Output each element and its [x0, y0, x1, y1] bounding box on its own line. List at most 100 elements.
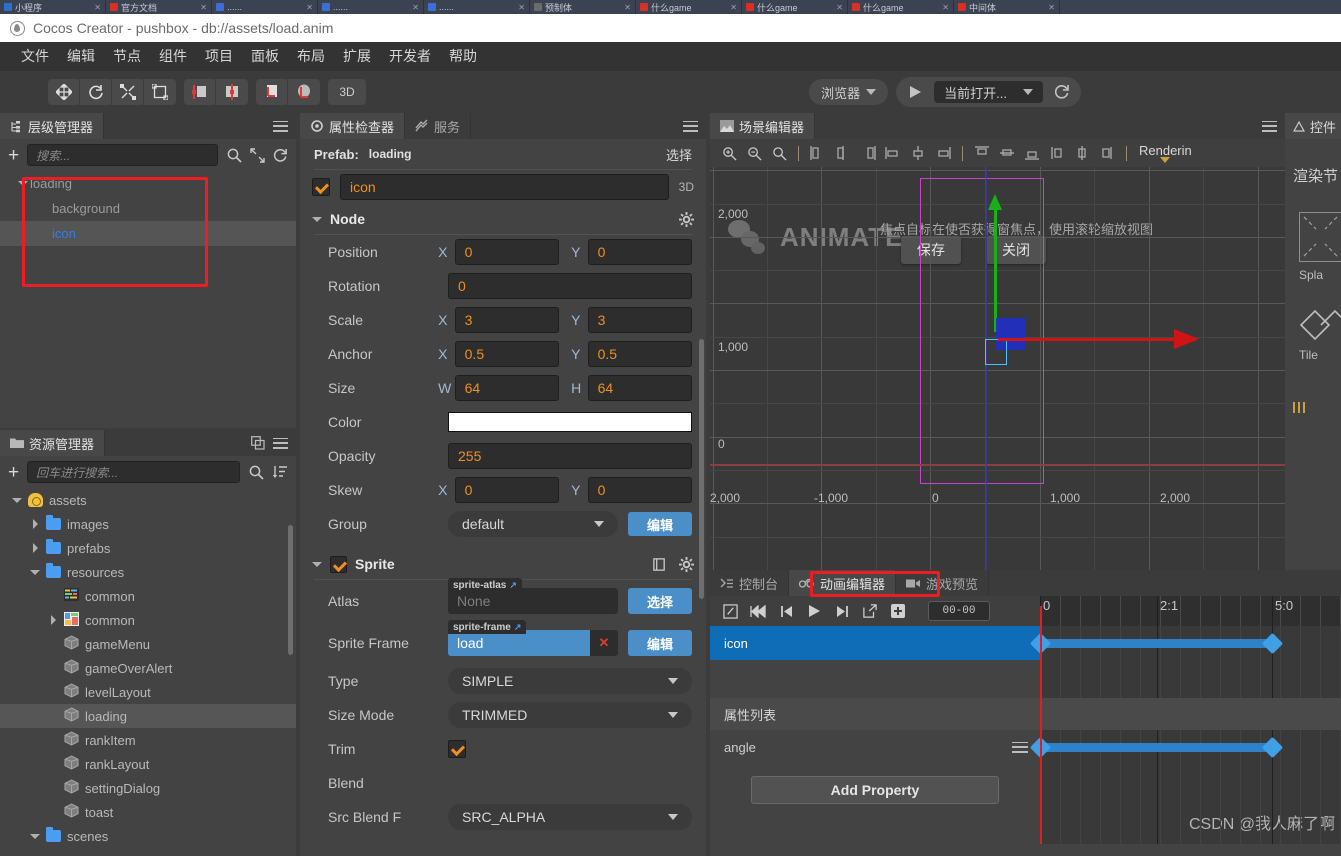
close-icon[interactable]: ✕ — [836, 3, 843, 12]
hierarchy-menu-icon[interactable] — [273, 120, 288, 132]
scene-menu-icon[interactable] — [1262, 120, 1277, 132]
close-icon[interactable]: ✕ — [306, 3, 313, 12]
asset-row-common[interactable]: common — [0, 608, 296, 632]
track-name-icon[interactable]: icon — [710, 626, 1040, 660]
gizmo-x-axis[interactable] — [998, 338, 1178, 341]
chevron-down-icon[interactable] — [16, 181, 30, 186]
dist-right-icon[interactable] — [932, 142, 954, 164]
tab-scene-editor[interactable]: 场景编辑器 — [710, 113, 816, 139]
hierarchy-node-background[interactable]: background — [0, 196, 296, 221]
hierarchy-node-loading[interactable]: loading — [0, 171, 296, 196]
close-icon[interactable]: ✕ — [1048, 3, 1055, 12]
scale-tool-icon[interactable] — [112, 79, 144, 105]
browser-tab[interactable]: ...... ✕ — [318, 0, 424, 14]
move-tool-icon[interactable] — [48, 79, 80, 105]
collapse-icon[interactable] — [250, 147, 265, 163]
node-enabled-checkbox[interactable] — [312, 178, 330, 196]
node-section-header[interactable]: Node — [300, 204, 706, 234]
browser-tab[interactable]: 官方文档 ✕ — [106, 0, 212, 14]
asset-action-button[interactable]: 选择 — [628, 588, 692, 614]
menu-item-面板[interactable]: 面板 — [242, 42, 288, 71]
gear-icon[interactable] — [679, 556, 694, 572]
dist-left-icon[interactable] — [882, 142, 904, 164]
align-right-icon[interactable] — [857, 142, 879, 164]
close-icon[interactable]: ✕ — [200, 3, 207, 12]
asset-action-button[interactable]: 编辑 — [628, 630, 692, 656]
open-link-icon[interactable]: ↗ — [514, 622, 522, 633]
assets-menu-icon[interactable] — [273, 437, 288, 449]
menu-item-扩展[interactable]: 扩展 — [334, 42, 380, 71]
align-bottom-icon[interactable] — [1021, 142, 1043, 164]
assets-search-icon[interactable] — [248, 464, 264, 480]
playhead[interactable] — [1040, 606, 1042, 626]
prev-frame-icon[interactable] — [774, 600, 798, 622]
dist-vcenter-icon[interactable] — [1071, 142, 1093, 164]
keyframe-bar[interactable] — [1040, 639, 1272, 648]
keyframe-bar[interactable] — [1040, 743, 1272, 752]
widget-tabbar[interactable]: 控件 — [1285, 113, 1341, 139]
add-property-button[interactable]: Add Property — [751, 776, 999, 804]
pivot-pos-icon[interactable] — [216, 79, 248, 105]
close-icon[interactable]: ✕ — [94, 3, 101, 12]
browser-tab[interactable]: 中间体 ✕ — [954, 0, 1060, 14]
global-coord-icon[interactable] — [288, 79, 320, 105]
browser-tab[interactable]: 小程序 ✕ — [0, 0, 106, 14]
dist-bottom-icon[interactable] — [1096, 142, 1118, 164]
tab-inspector[interactable]: 属性检查器 — [300, 113, 406, 139]
clear-asset-icon[interactable]: ✕ — [590, 630, 618, 656]
zoom-in-icon[interactable] — [718, 142, 740, 164]
browser-tab[interactable]: 预制体 ✕ — [530, 0, 636, 14]
menu-item-文件[interactable]: 文件 — [12, 42, 58, 71]
input-position-y[interactable]: 0 — [587, 239, 692, 265]
widget-item-splash[interactable]: Spla — [1293, 212, 1341, 282]
selection-box[interactable] — [985, 339, 1007, 365]
pivot-center-icon[interactable] — [184, 79, 216, 105]
play-icon[interactable] — [902, 85, 928, 99]
asset-row-resources[interactable]: resources — [0, 560, 296, 584]
input-skew-y[interactable]: 0 — [587, 477, 692, 503]
node-name-input[interactable]: icon — [340, 174, 669, 200]
asset-row-scenes[interactable]: scenes — [0, 824, 296, 848]
menu-item-开发者[interactable]: 开发者 — [380, 42, 440, 71]
tab-assets[interactable]: 资源管理器 — [0, 430, 106, 456]
prefab-select-button[interactable]: 选择 — [666, 145, 692, 164]
align-left-icon[interactable] — [807, 142, 829, 164]
menu-item-编辑[interactable]: 编辑 — [58, 42, 104, 71]
assets-search-input[interactable]: 回车进行搜索... — [27, 461, 240, 483]
menu-item-项目[interactable]: 项目 — [196, 42, 242, 71]
widget-item-tile[interactable]: Tile — [1293, 308, 1341, 362]
sprite-enabled-checkbox[interactable] — [330, 555, 347, 573]
tab-game-preview[interactable]: 游戏预览 — [896, 570, 990, 596]
asset-row-levelLayout[interactable]: levelLayout — [0, 680, 296, 704]
track-lane-angle[interactable] — [1029, 730, 1341, 764]
menu-item-帮助[interactable]: 帮助 — [440, 42, 486, 71]
asset-row-images[interactable]: images — [0, 512, 296, 536]
input-scale-x[interactable]: 3 — [454, 307, 560, 333]
open-link-icon[interactable]: ↗ — [509, 580, 517, 591]
chevron-right-icon[interactable] — [48, 615, 58, 625]
browser-tab[interactable]: 什么game ✕ — [848, 0, 954, 14]
refresh-icon[interactable] — [1049, 84, 1075, 100]
sort-icon[interactable] — [272, 464, 288, 480]
asset-row-rankLayout[interactable]: rankLayout — [0, 752, 296, 776]
close-icon[interactable]: ✕ — [412, 3, 419, 12]
play-icon[interactable] — [802, 600, 826, 622]
gizmo-y-arrow[interactable] — [988, 194, 1002, 210]
checkbox-trim[interactable] — [448, 740, 466, 758]
dropdown-group[interactable]: default — [448, 511, 618, 537]
align-vcenter-icon[interactable] — [996, 142, 1018, 164]
asset-row-gameOverAlert[interactable]: gameOverAlert — [0, 656, 296, 680]
search-icon[interactable] — [226, 147, 242, 163]
gizmo-x-arrow[interactable] — [1174, 329, 1199, 349]
rendering-dropdown[interactable]: Renderin — [1139, 143, 1192, 163]
timeline-ruler[interactable]: 0 2:1 5:0 — [1040, 596, 1341, 626]
inspector-menu-icon[interactable] — [683, 120, 698, 132]
dist-hcenter-icon[interactable] — [907, 142, 929, 164]
browser-tab[interactable]: 什么game ✕ — [636, 0, 742, 14]
chevron-down-icon[interactable] — [30, 833, 40, 839]
input-size-x[interactable]: 64 — [454, 375, 560, 401]
gizmo-y-axis[interactable] — [994, 207, 997, 332]
asset-row-toast[interactable]: toast — [0, 800, 296, 824]
tab-service[interactable]: 服务 — [405, 113, 472, 139]
input-scale-y[interactable]: 3 — [587, 307, 692, 333]
